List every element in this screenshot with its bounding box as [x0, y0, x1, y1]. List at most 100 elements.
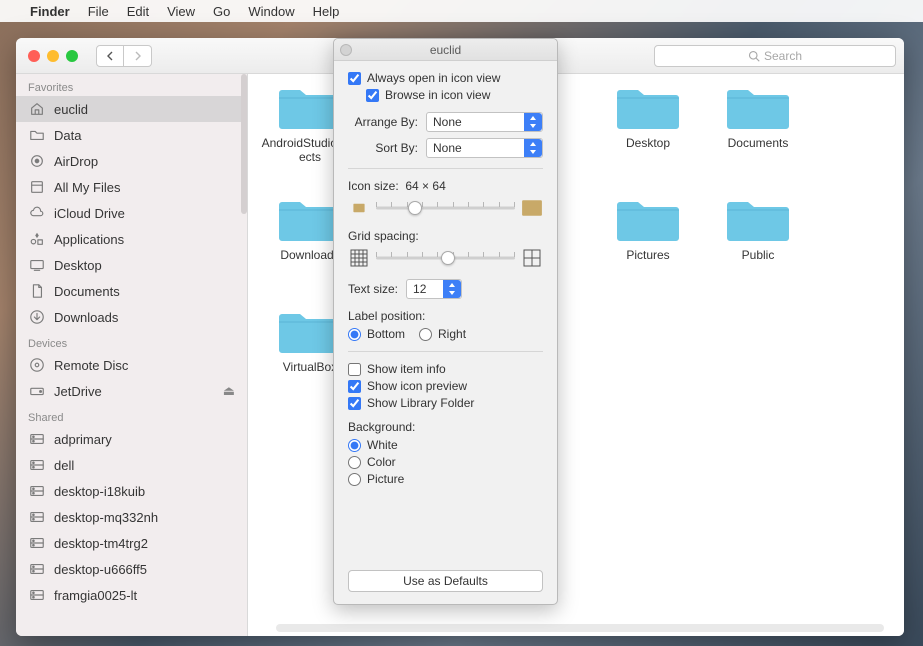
bg-white-radio[interactable]: [348, 439, 361, 452]
sidebar-item-icloud-drive[interactable]: iCloud Drive: [16, 200, 247, 226]
eject-icon[interactable]: ⏏: [223, 383, 235, 399]
menu-app[interactable]: Finder: [30, 4, 70, 19]
back-button[interactable]: [96, 45, 124, 67]
folder-icon: [28, 126, 46, 144]
sidebar-item-label: Data: [54, 128, 81, 143]
grid-large-icon: [521, 247, 543, 269]
search-placeholder: Search: [764, 49, 802, 63]
sidebar-item-dell[interactable]: dell: [16, 452, 247, 478]
bg-color-radio[interactable]: [348, 456, 361, 469]
show-item-info-checkbox[interactable]: [348, 363, 361, 376]
sidebar-item-airdrop[interactable]: AirDrop: [16, 148, 247, 174]
server-icon: [28, 560, 46, 578]
sidebar-item-label: euclid: [54, 102, 88, 117]
sidebar-item-label: Documents: [54, 284, 120, 299]
folder-desktop[interactable]: Desktop: [598, 78, 698, 150]
panel-titlebar: euclid: [334, 39, 557, 61]
desktop-icon: [28, 256, 46, 274]
sidebar-item-adprimary[interactable]: adprimary: [16, 426, 247, 452]
folder-pictures[interactable]: Pictures: [598, 190, 698, 262]
icon-small-preview-icon: [348, 197, 370, 219]
view-options-panel: euclid Always open in icon view Browse i…: [333, 38, 558, 605]
browse-label: Browse in icon view: [385, 88, 490, 102]
sidebar-item-label: framgia0025-lt: [54, 588, 137, 603]
folder-icon: [724, 78, 792, 132]
sidebar-scroll-handle[interactable]: [241, 74, 247, 214]
sidebar-item-label: adprimary: [54, 432, 112, 447]
sort-by-select[interactable]: None: [426, 138, 543, 158]
airdrop-icon: [28, 152, 46, 170]
disc-icon: [28, 356, 46, 374]
sidebar-item-euclid[interactable]: euclid: [16, 96, 247, 122]
zoom-window-icon[interactable]: [66, 50, 78, 62]
sidebar-item-downloads[interactable]: Downloads: [16, 304, 247, 330]
sort-by-label: Sort By:: [348, 141, 418, 155]
sidebar-item-label: JetDrive: [54, 384, 102, 399]
sidebar-item-applications[interactable]: Applications: [16, 226, 247, 252]
arrange-by-label: Arrange By:: [348, 115, 418, 129]
grid-spacing-slider[interactable]: [376, 249, 515, 267]
sidebar-item-label: desktop-tm4trg2: [54, 536, 148, 551]
downloads-icon: [28, 308, 46, 326]
always-open-checkbox[interactable]: [348, 72, 361, 85]
sidebar-item-label: Desktop: [54, 258, 102, 273]
folder-label: Desktop: [626, 136, 670, 150]
allfiles-icon: [28, 178, 46, 196]
folder-label: Pictures: [626, 248, 669, 262]
search-input[interactable]: Search: [654, 45, 896, 67]
label-right-text: Right: [438, 327, 466, 341]
sidebar-section-header: Shared: [16, 404, 247, 426]
sidebar-item-desktop-tm4trg2[interactable]: desktop-tm4trg2: [16, 530, 247, 556]
background-label: Background:: [348, 420, 543, 434]
icon-large-preview-icon: [521, 197, 543, 219]
text-size-label: Text size:: [348, 282, 398, 296]
show-library-checkbox[interactable]: [348, 397, 361, 410]
sidebar-item-desktop-i18kuib[interactable]: desktop-i18kuib: [16, 478, 247, 504]
show-library-label: Show Library Folder: [367, 396, 474, 410]
menu-window[interactable]: Window: [248, 4, 294, 19]
sidebar-item-desktop[interactable]: Desktop: [16, 252, 247, 278]
bg-color-text: Color: [367, 455, 396, 469]
menu-view[interactable]: View: [167, 4, 195, 19]
sidebar-item-label: dell: [54, 458, 74, 473]
use-as-defaults-button[interactable]: Use as Defaults: [348, 570, 543, 592]
server-icon: [28, 508, 46, 526]
label-right-radio[interactable]: [419, 328, 432, 341]
show-icon-preview-label: Show icon preview: [367, 379, 467, 393]
folder-public[interactable]: Public: [708, 190, 808, 262]
close-window-icon[interactable]: [28, 50, 40, 62]
menu-edit[interactable]: Edit: [127, 4, 149, 19]
folder-documents[interactable]: Documents: [708, 78, 808, 150]
forward-button[interactable]: [124, 45, 152, 67]
panel-close-icon[interactable]: [340, 44, 352, 56]
menu-help[interactable]: Help: [313, 4, 340, 19]
sidebar: FavoriteseuclidDataAirDropAll My FilesiC…: [16, 74, 248, 636]
sidebar-item-remote-disc[interactable]: Remote Disc: [16, 352, 247, 378]
sidebar-item-documents[interactable]: Documents: [16, 278, 247, 304]
bg-picture-text: Picture: [367, 472, 404, 486]
icon-size-slider[interactable]: [376, 199, 515, 217]
sidebar-item-jetdrive[interactable]: JetDrive ⏏: [16, 378, 247, 404]
minimize-window-icon[interactable]: [47, 50, 59, 62]
horizontal-scrollbar[interactable]: [276, 624, 884, 632]
sidebar-item-framgia0025-lt[interactable]: framgia0025-lt: [16, 582, 247, 608]
label-bottom-radio[interactable]: [348, 328, 361, 341]
bg-picture-radio[interactable]: [348, 473, 361, 486]
sidebar-item-label: desktop-u666ff5: [54, 562, 147, 577]
sidebar-item-all-my-files[interactable]: All My Files: [16, 174, 247, 200]
traffic-lights: [28, 50, 78, 62]
sidebar-item-desktop-mq332nh[interactable]: desktop-mq332nh: [16, 504, 247, 530]
text-size-select[interactable]: 12: [406, 279, 462, 299]
sidebar-item-label: Downloads: [54, 310, 118, 325]
sidebar-item-data[interactable]: Data: [16, 122, 247, 148]
server-icon: [28, 430, 46, 448]
browse-checkbox[interactable]: [366, 89, 379, 102]
apps-icon: [28, 230, 46, 248]
sidebar-item-desktop-u666ff5[interactable]: desktop-u666ff5: [16, 556, 247, 582]
folder-label: Documents: [728, 136, 789, 150]
menu-file[interactable]: File: [88, 4, 109, 19]
arrange-by-select[interactable]: None: [426, 112, 543, 132]
show-icon-preview-checkbox[interactable]: [348, 380, 361, 393]
always-open-label: Always open in icon view: [367, 71, 500, 85]
menu-go[interactable]: Go: [213, 4, 230, 19]
